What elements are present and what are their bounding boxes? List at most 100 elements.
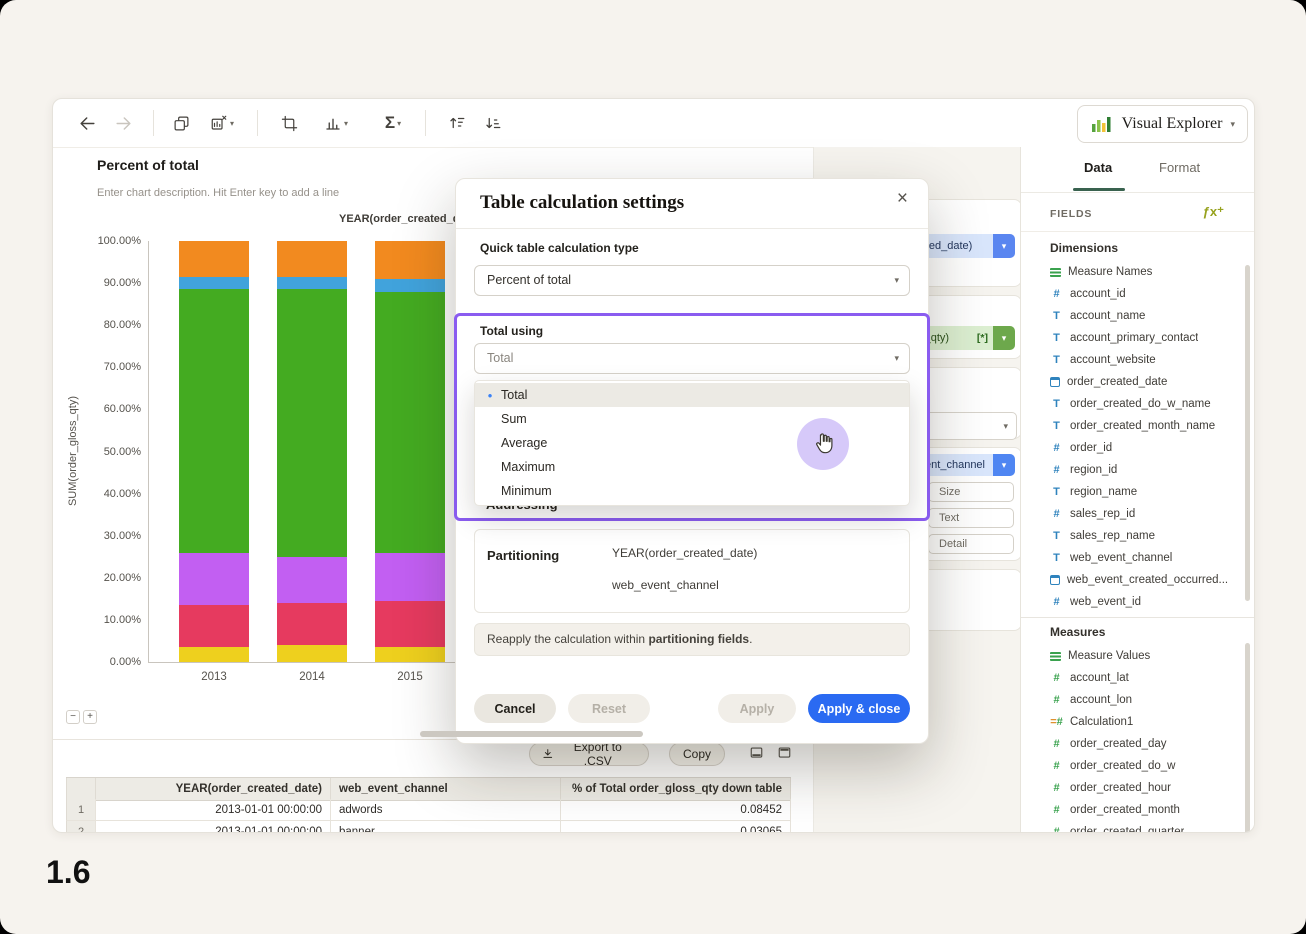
field-web-event-channel[interactable]: Tweb_event_channel xyxy=(1021,547,1254,569)
bar-segment-yellow[interactable] xyxy=(277,645,347,662)
column-header-percent[interactable]: % of Total order_gloss_qty down table xyxy=(561,778,791,800)
crop-button[interactable] xyxy=(275,109,303,137)
field-order-id[interactable]: #order_id xyxy=(1021,437,1254,459)
chevron-down-icon[interactable]: ▾ xyxy=(993,234,1015,258)
field-measure-values[interactable]: Measure Values xyxy=(1021,645,1254,667)
collapse-results-button[interactable] xyxy=(747,745,765,763)
sort-descending-button[interactable] xyxy=(479,109,507,137)
expand-results-button[interactable] xyxy=(775,745,793,763)
export-csv-button[interactable]: Export to .CSV xyxy=(529,742,649,766)
close-icon[interactable]: × xyxy=(891,187,914,211)
forward-button[interactable] xyxy=(109,109,137,137)
bar-segment-purple[interactable] xyxy=(277,557,347,603)
cancel-button[interactable]: Cancel xyxy=(474,694,556,723)
text-type-icon: T xyxy=(1050,332,1063,344)
field-order-created-date[interactable]: order_created_date xyxy=(1021,371,1254,393)
field-account-name[interactable]: Taccount_name xyxy=(1021,305,1254,327)
bar-segment-blue[interactable] xyxy=(277,277,347,290)
bar-segment-crimson[interactable] xyxy=(375,601,445,647)
visual-explorer-button[interactable]: Visual Explorer ▾ xyxy=(1077,105,1248,143)
field-account-website[interactable]: Taccount_website xyxy=(1021,349,1254,371)
fields-sidebar: Data Format FIELDS ƒx⁺ Dimensions Measur… xyxy=(1020,147,1254,832)
field-sales-rep-name[interactable]: Tsales_rep_name xyxy=(1021,525,1254,547)
bar-segment-yellow[interactable] xyxy=(375,647,445,662)
back-button[interactable] xyxy=(73,109,101,137)
dimensions-scrollbar[interactable] xyxy=(1245,265,1250,601)
field-order-created-quarter[interactable]: #order_created_quarter xyxy=(1021,821,1254,833)
field-web-event-id[interactable]: #web_event_id xyxy=(1021,591,1254,613)
bar-segment-green[interactable] xyxy=(179,289,249,552)
column-header-year[interactable]: YEAR(order_created_date) xyxy=(96,778,331,800)
zoom-in-button[interactable]: + xyxy=(83,710,97,724)
dropdown-option-sum[interactable]: Sum xyxy=(475,407,909,431)
measures-scrollbar[interactable] xyxy=(1245,643,1250,833)
field-order-created-hour[interactable]: #order_created_hour xyxy=(1021,777,1254,799)
horizontal-scrollbar[interactable] xyxy=(420,731,643,737)
bar-segment-green[interactable] xyxy=(375,292,445,553)
tab-data[interactable]: Data xyxy=(1084,160,1112,175)
bar-segment-orange[interactable] xyxy=(277,241,347,277)
chart-title[interactable]: Percent of total xyxy=(97,157,199,173)
bar-segment-blue[interactable] xyxy=(179,277,249,290)
y-axis: 100.00%90.00%80.00%70.00%60.00%50.00%40.… xyxy=(77,241,141,662)
chart-description-placeholder[interactable]: Enter chart description. Hit Enter key t… xyxy=(97,187,339,199)
bar-chart-button[interactable]: ▾ xyxy=(315,109,357,137)
apply-button[interactable]: Apply xyxy=(718,694,796,723)
field-order-created-do-w[interactable]: #order_created_do_w xyxy=(1021,755,1254,777)
field-order-created-month-name[interactable]: Torder_created_month_name xyxy=(1021,415,1254,437)
bar-segment-green[interactable] xyxy=(277,289,347,556)
duplicate-button[interactable] xyxy=(167,109,195,137)
sort-ascending-button[interactable] xyxy=(443,109,471,137)
bar-segment-purple[interactable] xyxy=(375,553,445,601)
field-label: order_created_quarter xyxy=(1070,826,1184,833)
field-calculation1[interactable]: =#Calculation1 xyxy=(1021,711,1254,733)
text-type-icon: T xyxy=(1050,354,1063,366)
chevron-down-icon[interactable]: ▾ xyxy=(993,454,1015,476)
dropdown-option-total[interactable]: •Total xyxy=(475,383,909,407)
column-header-channel[interactable]: web_event_channel xyxy=(331,778,561,800)
bar-segment-crimson[interactable] xyxy=(179,605,249,647)
tab-format[interactable]: Format xyxy=(1159,160,1200,175)
field-sales-rep-id[interactable]: #sales_rep_id xyxy=(1021,503,1254,525)
bar-segment-purple[interactable] xyxy=(179,553,249,606)
field-order-created-do-w-name[interactable]: Torder_created_do_w_name xyxy=(1021,393,1254,415)
duplicate-icon xyxy=(173,115,190,132)
reset-button[interactable]: Reset xyxy=(568,694,650,723)
field-label: order_created_month xyxy=(1070,804,1180,816)
field-account-primary-contact[interactable]: Taccount_primary_contact xyxy=(1021,327,1254,349)
field-order-created-month[interactable]: #order_created_month xyxy=(1021,799,1254,821)
field-label: order_created_date xyxy=(1067,376,1167,388)
field-account-lat[interactable]: #account_lat xyxy=(1021,667,1254,689)
bar-segment-orange[interactable] xyxy=(375,241,445,279)
chart-remove-button[interactable]: ▾ xyxy=(201,109,243,137)
total-using-dropdown[interactable]: Total ▾ xyxy=(474,343,910,374)
field-order-created-day[interactable]: #order_created_day xyxy=(1021,733,1254,755)
hash-glyph: # xyxy=(1057,716,1063,728)
table-row[interactable]: 22013-01-01 00:00:00banner0.03065 xyxy=(66,821,791,833)
bar-segment-blue[interactable] xyxy=(375,279,445,292)
aggregate-button[interactable]: Σ ▾ xyxy=(373,109,413,137)
channel-cell: adwords xyxy=(331,799,561,821)
field-measure-names[interactable]: Measure Names xyxy=(1021,261,1254,283)
bar-segment-yellow[interactable] xyxy=(179,647,249,662)
field-region-id[interactable]: #region_id xyxy=(1021,459,1254,481)
bar-segment-orange[interactable] xyxy=(179,241,249,277)
chevron-down-icon[interactable]: ▾ xyxy=(993,326,1015,350)
table-row[interactable]: 12013-01-01 00:00:00adwords0.08452 xyxy=(66,799,791,821)
mark-button-detail[interactable]: Detail xyxy=(928,534,1014,554)
field-web-event-created-occurred-[interactable]: web_event_created_occurred... xyxy=(1021,569,1254,591)
partitioning-field-value: web_event_channel xyxy=(612,578,719,592)
zoom-out-button[interactable]: − xyxy=(66,710,80,724)
create-calculation-button[interactable]: ƒx⁺ xyxy=(1197,203,1230,221)
copy-button[interactable]: Copy xyxy=(669,742,725,766)
field-region-name[interactable]: Tregion_name xyxy=(1021,481,1254,503)
field-account-id[interactable]: #account_id xyxy=(1021,283,1254,305)
quick-calc-dropdown[interactable]: Percent of total ▾ xyxy=(474,265,910,296)
bar-segment-crimson[interactable] xyxy=(277,603,347,645)
mark-button-text[interactable]: Text xyxy=(928,508,1014,528)
field-account-lon[interactable]: #account_lon xyxy=(1021,689,1254,711)
apply-and-close-button[interactable]: Apply & close xyxy=(808,694,910,723)
mark-button-size[interactable]: Size xyxy=(928,482,1014,502)
dropdown-option-minimum[interactable]: Minimum xyxy=(475,479,909,503)
chart-remove-icon xyxy=(210,114,228,132)
